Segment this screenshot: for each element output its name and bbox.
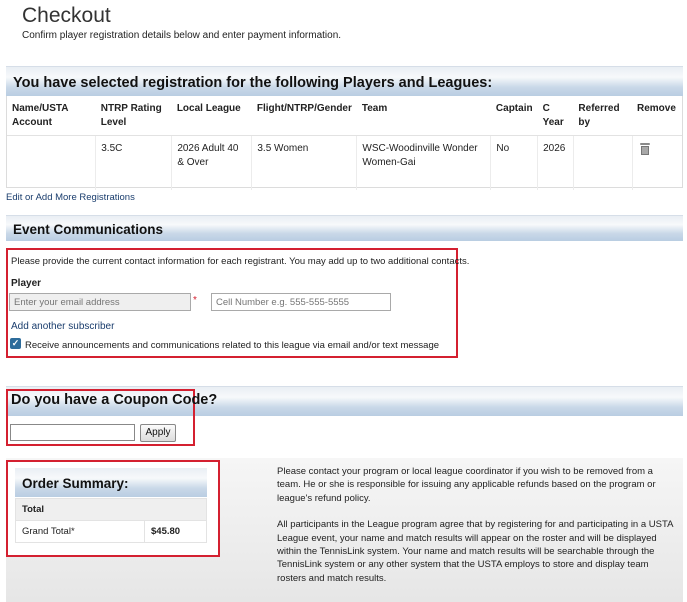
event-communications-header: Event Communications: [6, 215, 683, 241]
table-row: 3.5C 2026 Adult 40 & Over 3.5 Women WSC-…: [7, 135, 682, 190]
cell-name: [7, 135, 97, 190]
column-header: Local League: [171, 97, 252, 136]
order-summary-title: Order Summary:: [15, 468, 207, 497]
cell-year: 2026: [537, 135, 574, 190]
edit-registrations-link[interactable]: Edit or Add More Registrations: [6, 192, 135, 203]
grand-total-label: Grand Total*: [15, 520, 145, 543]
opt-in-label: Receive announcements and communications…: [25, 340, 440, 351]
page-subtitle: Confirm player registration details belo…: [22, 30, 342, 41]
column-header: Name/USTA Account: [7, 97, 96, 136]
email-field[interactable]: [9, 293, 191, 311]
column-header: Team: [356, 97, 491, 136]
column-header: Remove: [632, 97, 682, 136]
cell-flight: 3.5 Women: [251, 135, 358, 190]
registrations-header: You have selected registration for the f…: [6, 66, 683, 96]
cell-team: WSC-Woodinville Wonder Women-Gai: [356, 135, 492, 190]
table-row: Total: [15, 498, 207, 521]
cell-captain: No: [490, 135, 539, 190]
column-header: NTRP Rating Level: [95, 97, 172, 136]
table-row: Grand Total* $45.80: [15, 520, 207, 543]
cell-ntrp: 3.5C: [95, 135, 173, 190]
notice-paragraph: All participants in the League program a…: [277, 519, 673, 584]
opt-in-checkbox[interactable]: ✓: [10, 338, 21, 349]
registrations-panel: You have selected registration for the f…: [6, 66, 683, 190]
total-label: Total: [15, 498, 207, 521]
column-header: C Year: [537, 97, 574, 136]
coupon-code-input[interactable]: [10, 424, 135, 441]
coupon-title: Do you have a Coupon Code?: [11, 392, 218, 408]
column-header: Flight/NTRP/Gender: [251, 97, 357, 136]
add-subscriber-link[interactable]: Add another subscriber: [11, 321, 114, 332]
trash-icon[interactable]: [639, 143, 650, 155]
required-marker: *: [193, 295, 197, 306]
cell-referred: [573, 135, 633, 190]
player-label: Player: [11, 278, 42, 289]
registrations-header-row: Name/USTA Account NTRP Rating Level Loca…: [7, 97, 682, 136]
cell-remove: [632, 136, 682, 190]
cell-league: 2026 Adult 40 & Over: [171, 135, 253, 190]
refund-notice: Please contact your program or local lea…: [277, 465, 674, 598]
registrations-table: Name/USTA Account NTRP Rating Level Loca…: [7, 97, 682, 190]
column-header: Referred by: [573, 97, 632, 136]
column-header: Captain: [490, 97, 538, 136]
notice-paragraph: Please contact your program or local lea…: [277, 466, 656, 504]
apply-coupon-button[interactable]: Apply: [140, 424, 176, 442]
cell-number-field[interactable]: [211, 293, 391, 311]
grand-total-value: $45.80: [144, 520, 207, 543]
order-summary-table: Total Grand Total* $45.80: [15, 498, 207, 543]
communications-instructions: Please provide the current contact infor…: [11, 256, 470, 267]
page-title: Checkout: [22, 4, 111, 27]
